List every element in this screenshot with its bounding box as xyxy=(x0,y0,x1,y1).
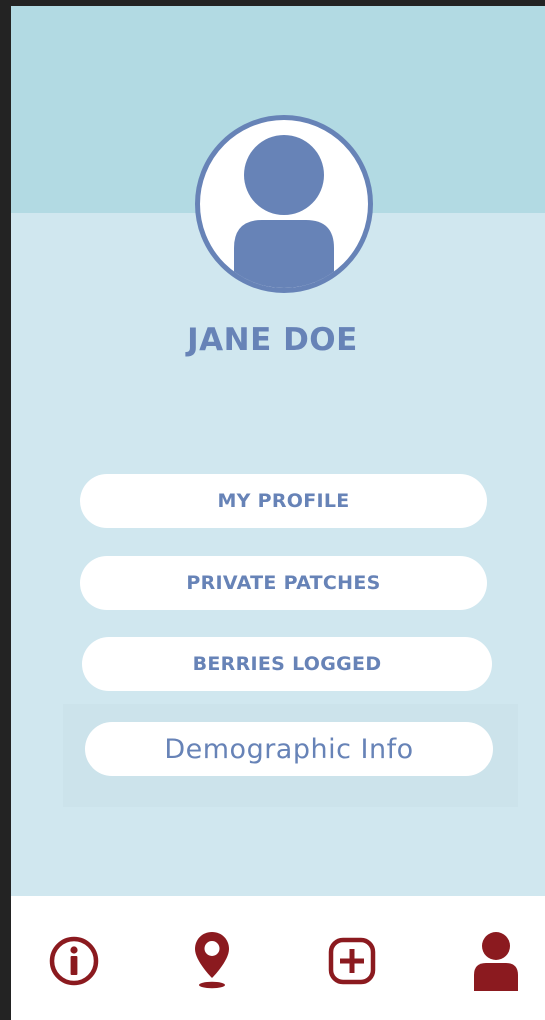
berries-logged-button[interactable]: BERRIES LOGGED xyxy=(82,637,492,691)
avatar[interactable] xyxy=(195,115,373,293)
tab-map[interactable] xyxy=(182,926,242,996)
tab-info[interactable] xyxy=(44,926,104,996)
info-icon xyxy=(49,936,99,986)
tab-profile[interactable] xyxy=(466,926,526,996)
my-profile-button[interactable]: MY PROFILE xyxy=(80,474,487,528)
map-pin-icon xyxy=(195,932,229,989)
bottom-tab-bar xyxy=(11,896,545,1020)
user-name: JANE DOE xyxy=(187,322,358,358)
add-icon xyxy=(328,937,376,985)
private-patches-button[interactable]: PRIVATE PATCHES xyxy=(80,556,487,610)
user-icon xyxy=(474,932,518,991)
demographic-info-button[interactable]: Demographic Info xyxy=(85,722,493,776)
tab-add[interactable] xyxy=(322,926,382,996)
app-screen: JANE DOE MY PROFILE PRIVATE PATCHES BERR… xyxy=(11,6,545,1020)
avatar-person-icon xyxy=(234,135,334,288)
